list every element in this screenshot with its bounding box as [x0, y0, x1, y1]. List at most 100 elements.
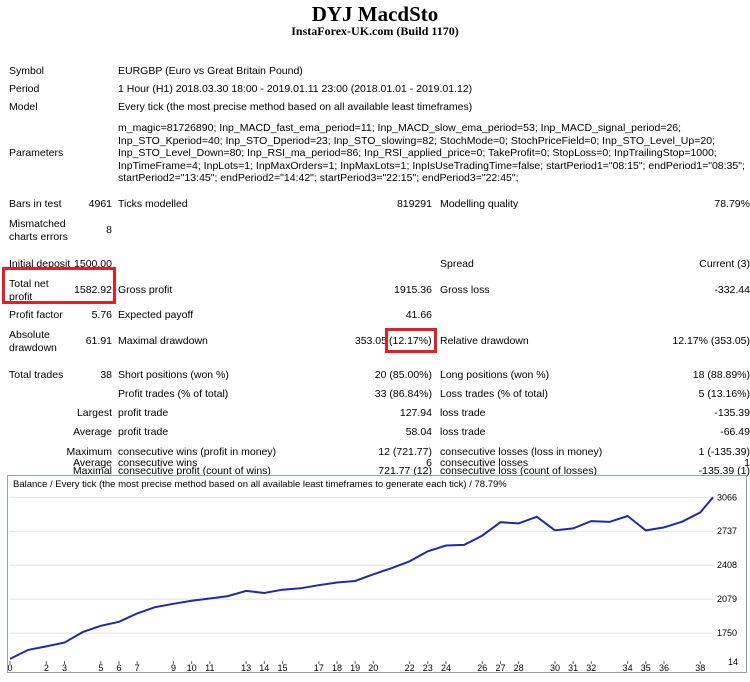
long-label: Long positions (won %)	[440, 369, 550, 381]
x-tick-label: 18	[332, 663, 342, 672]
absdd-label-2: drawdown	[9, 342, 57, 354]
x-tick-label: 11	[205, 663, 214, 672]
balance-chart-svg: Balance / Every tick (the most precise m…	[7, 479, 738, 673]
largest-label: Largest	[76, 407, 112, 419]
parameters-value: m_magic=81726890; Inp_MACD_fast_ema_peri…	[118, 122, 745, 185]
maxdd-value: 353.05	[354, 335, 387, 347]
x-tick-label: 9	[171, 663, 176, 672]
absdd-value: 61.91	[85, 335, 112, 347]
x-tick-label: 35	[641, 663, 651, 672]
x-tick-label: 23	[423, 663, 433, 672]
bars-label: Bars in test	[9, 198, 62, 210]
x-tick-label: 28	[514, 663, 524, 672]
x-tick-label: 27	[495, 663, 505, 672]
grossloss-label: Gross loss	[440, 284, 490, 296]
average-loss-label: loss trade	[440, 426, 486, 438]
ticks-label: Ticks modelled	[118, 198, 188, 210]
avgwins-value: 6	[426, 457, 432, 469]
x-tick-label: 36	[659, 663, 669, 672]
net-profit-highlight	[2, 267, 116, 304]
largest-loss-value: -135.39	[714, 407, 750, 419]
x-tick-label: 19	[350, 663, 360, 672]
x-tick-label: 22	[405, 663, 415, 672]
long-value: 18 (88.89%)	[692, 369, 750, 381]
pf-value: 5.76	[91, 309, 112, 321]
short-value: 20 (85.00%)	[374, 369, 432, 381]
symbol-value: EURGBP (Euro vs Great Britain Pound)	[118, 65, 303, 77]
x-tick-label: 13	[241, 663, 251, 672]
trades-value: 38	[100, 369, 112, 381]
x-tick-label: 34	[623, 663, 633, 672]
reldd-label: Relative drawdown	[440, 335, 529, 347]
ltrades-label: Loss trades (% of total)	[440, 388, 548, 400]
y-tick-label: 1750	[717, 628, 737, 638]
x-tick-label: 6	[116, 663, 121, 672]
x-tick-label: 0	[8, 663, 13, 672]
x-tick-label: 31	[568, 663, 578, 672]
payoff-label: Expected payoff	[118, 309, 194, 321]
absdd-label-1: Absolute	[9, 329, 50, 341]
model-value: Every tick (the most precise method base…	[118, 101, 473, 113]
x-tick-label: 7	[135, 663, 140, 672]
x-tick-label: 3	[62, 663, 67, 672]
period-label: Period	[9, 83, 40, 95]
symbol-label: Symbol	[9, 65, 45, 77]
ticks-value: 819291	[396, 198, 432, 210]
largest-profit-label: profit trade	[118, 407, 169, 419]
chart-title: Balance / Every tick (the most precise m…	[13, 479, 507, 490]
x-tick-label: 38	[695, 663, 705, 672]
x-tick-label: 32	[586, 663, 596, 672]
grossloss-value: -332.44	[714, 284, 750, 296]
average-label: Average	[73, 426, 112, 438]
spread-label: Spread	[440, 258, 474, 270]
balance-chart: Balance / Every tick (the most precise m…	[7, 475, 747, 673]
mismatch-value: 8	[106, 224, 112, 236]
bars-value: 4961	[88, 198, 112, 210]
y-tick-label: 2079	[717, 594, 737, 604]
x-tick-label: 5	[98, 663, 103, 672]
balance-line	[9, 496, 714, 660]
x-tick-label: 17	[314, 663, 324, 672]
ltrades-value: 5 (13.16%)	[698, 388, 750, 400]
y-tick-label: 2408	[717, 560, 737, 570]
period-value: 1 Hour (H1) 2018.03.30 18:00 - 2019.01.1…	[118, 83, 473, 95]
average2-label: Average	[73, 457, 112, 469]
x-tick-label: 10	[187, 663, 197, 672]
short-label: Short positions (won %)	[118, 369, 229, 381]
avgloss-label: consecutive losses	[440, 457, 529, 469]
largest-loss-label: loss trade	[440, 407, 486, 419]
trades-label: Total trades	[9, 369, 64, 381]
drawdown-percent-highlight	[385, 328, 437, 353]
mismatch-label-1: Mismatched	[9, 218, 66, 230]
largest-profit-value: 127.94	[399, 407, 432, 419]
quality-label: Modelling quality	[440, 198, 519, 210]
grossprofit-label: Gross profit	[118, 284, 173, 296]
spread-value: Current (3)	[699, 258, 750, 270]
parameters-label: Parameters	[9, 147, 64, 159]
report-subtitle: InstaForex-UK.com (Build 1170)	[291, 24, 459, 38]
y-tick-label-cut: 14	[728, 657, 738, 667]
payoff-value: 41.66	[405, 309, 432, 321]
grossprofit-value: 1915.36	[394, 284, 432, 296]
average-profit-label: profit trade	[118, 426, 169, 438]
ptrades-label: Profit trades (% of total)	[118, 388, 229, 400]
ptrades-value: 33 (86.84%)	[374, 388, 432, 400]
x-tick-label: 24	[441, 663, 451, 672]
x-tick-label: 14	[259, 663, 269, 672]
x-tick-label: 2	[44, 663, 49, 672]
x-tick-label: 26	[477, 663, 487, 672]
maxdd-label: Maximal drawdown	[118, 335, 208, 347]
y-tick-label: 2737	[717, 526, 737, 536]
pf-label: Profit factor	[9, 309, 63, 321]
model-label: Model	[9, 101, 38, 113]
y-tick-label: 3066	[717, 492, 737, 502]
x-tick-label: 15	[277, 663, 287, 672]
average-profit-value: 58.04	[405, 426, 432, 438]
avgloss-value: 1	[744, 457, 750, 469]
reldd-value: 12.17% (353.05)	[672, 335, 750, 347]
avgwins-label: consecutive wins	[118, 457, 198, 469]
x-tick-label: 30	[550, 663, 560, 672]
x-tick-label: 20	[368, 663, 378, 672]
average-loss-value: -66.49	[720, 426, 750, 438]
quality-value: 78.79%	[714, 198, 750, 210]
